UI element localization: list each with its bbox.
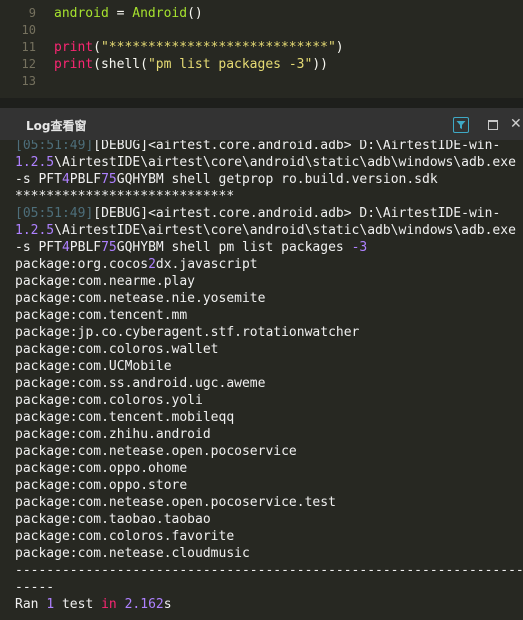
code-text: print("****************************") — [54, 39, 344, 56]
code-token: "pm list packages -3" — [147, 57, 313, 72]
package-line: package:com.coloros.wallet — [15, 342, 219, 357]
package-line: package:com.tencent.mm — [15, 308, 188, 323]
package-line: package:com.tencent.mobileqq — [15, 410, 235, 425]
code-token: print — [54, 40, 94, 55]
code-token: () — [187, 6, 203, 21]
test-result: Ran 1 test in 2.162s — [15, 597, 172, 612]
code-token: ) — [335, 40, 344, 55]
log-timestamp: [05:51:49] — [15, 206, 94, 221]
airtest-ide-window: 9 android = Android() 10 11 print("*****… — [0, 0, 523, 620]
code-line[interactable]: 10 — [0, 22, 523, 39]
code-token: )) — [312, 57, 328, 72]
panel-splitter[interactable] — [0, 98, 523, 108]
float-window-icon[interactable] — [488, 120, 498, 130]
code-token: ( — [93, 40, 101, 55]
package-line: package:com.UCMobile — [15, 359, 172, 374]
log-line: [05:51:49][DEBUG]<airtest.core.android.a… — [15, 205, 500, 222]
filter-icon-glyph — [456, 121, 466, 129]
package-line: package:com.zhihu.android — [15, 427, 211, 442]
code-line[interactable]: 12 print(shell("pm list packages -3")) — [0, 56, 523, 73]
code-line[interactable]: 13 — [0, 73, 523, 90]
code-editor[interactable]: 9 android = Android() 10 11 print("*****… — [0, 0, 523, 98]
package-line: package:com.oppo.ohome — [15, 461, 188, 476]
code-token: "****************************" — [100, 40, 336, 55]
package-line: package:com.coloros.favorite — [15, 529, 235, 544]
code-line[interactable]: 11 print("****************************") — [0, 39, 523, 56]
code-text: print(shell("pm list packages -3")) — [54, 56, 328, 73]
log-separator: ----------------------------------------… — [15, 563, 523, 578]
package-line: package:com.netease.open.pocoservice.tes… — [15, 495, 336, 510]
log-line: 1.2.5\AirtestIDE\airtest\core\android\st… — [15, 223, 516, 238]
log-panel-header: Log查看窗 ✕ — [0, 108, 523, 141]
log-output[interactable]: [05:51:49][DEBUG]<airtest.core.android.a… — [0, 140, 523, 620]
package-line: package:com.netease.nie.yosemite — [15, 291, 266, 306]
log-line: [05:51:49][DEBUG]<airtest.core.android.a… — [15, 140, 500, 154]
log-panel-title: Log查看窗 — [26, 119, 87, 133]
package-line: package:com.taobao.taobao — [15, 512, 211, 527]
code-token: print — [54, 57, 94, 72]
log-timestamp: [05:51:49] — [15, 140, 94, 153]
package-line: package:com.coloros.yoli — [15, 393, 203, 408]
filter-icon[interactable] — [453, 117, 469, 133]
log-line: -s PFT4PBLF75GQHYBM shell pm list packag… — [15, 240, 368, 255]
log-text: [DEBUG]<airtest.core.android.adb> D:\Air… — [93, 206, 501, 221]
package-line: package:com.oppo.store — [15, 478, 188, 493]
log-line: **************************** — [15, 189, 235, 204]
log-separator: ----- — [15, 580, 55, 595]
package-line: package:com.netease.open.pocoservice — [15, 444, 297, 459]
line-number: 12 — [21, 57, 36, 71]
package-line: package:com.ss.android.ugc.aweme — [15, 376, 266, 391]
log-line: 1.2.5\AirtestIDE\airtest\core\android\st… — [15, 155, 516, 170]
package-line: package:jp.co.cyberagent.stf.rotationwat… — [15, 325, 360, 340]
code-text: android = Android() — [54, 5, 203, 22]
log-text: [DEBUG]<airtest.core.android.adb> D:\Air… — [93, 140, 501, 153]
line-number: 11 — [21, 40, 36, 54]
code-line[interactable]: 9 android = Android() — [0, 5, 523, 22]
code-token: android — [54, 6, 109, 21]
close-icon[interactable]: ✕ — [510, 114, 522, 134]
package-line: package:com.netease.cloudmusic — [15, 546, 250, 561]
code-token: (shell( — [93, 57, 148, 72]
line-number: 10 — [21, 23, 36, 37]
line-number: 13 — [21, 74, 36, 88]
package-line: package:org.cocos2dx.javascript — [15, 257, 258, 272]
code-token: Android — [132, 6, 188, 21]
log-line: -s PFT4PBLF75GQHYBM shell getprop ro.bui… — [15, 172, 438, 187]
package-line: package:com.nearme.play — [15, 274, 196, 289]
code-token: = — [108, 6, 133, 21]
line-number: 9 — [28, 6, 36, 20]
